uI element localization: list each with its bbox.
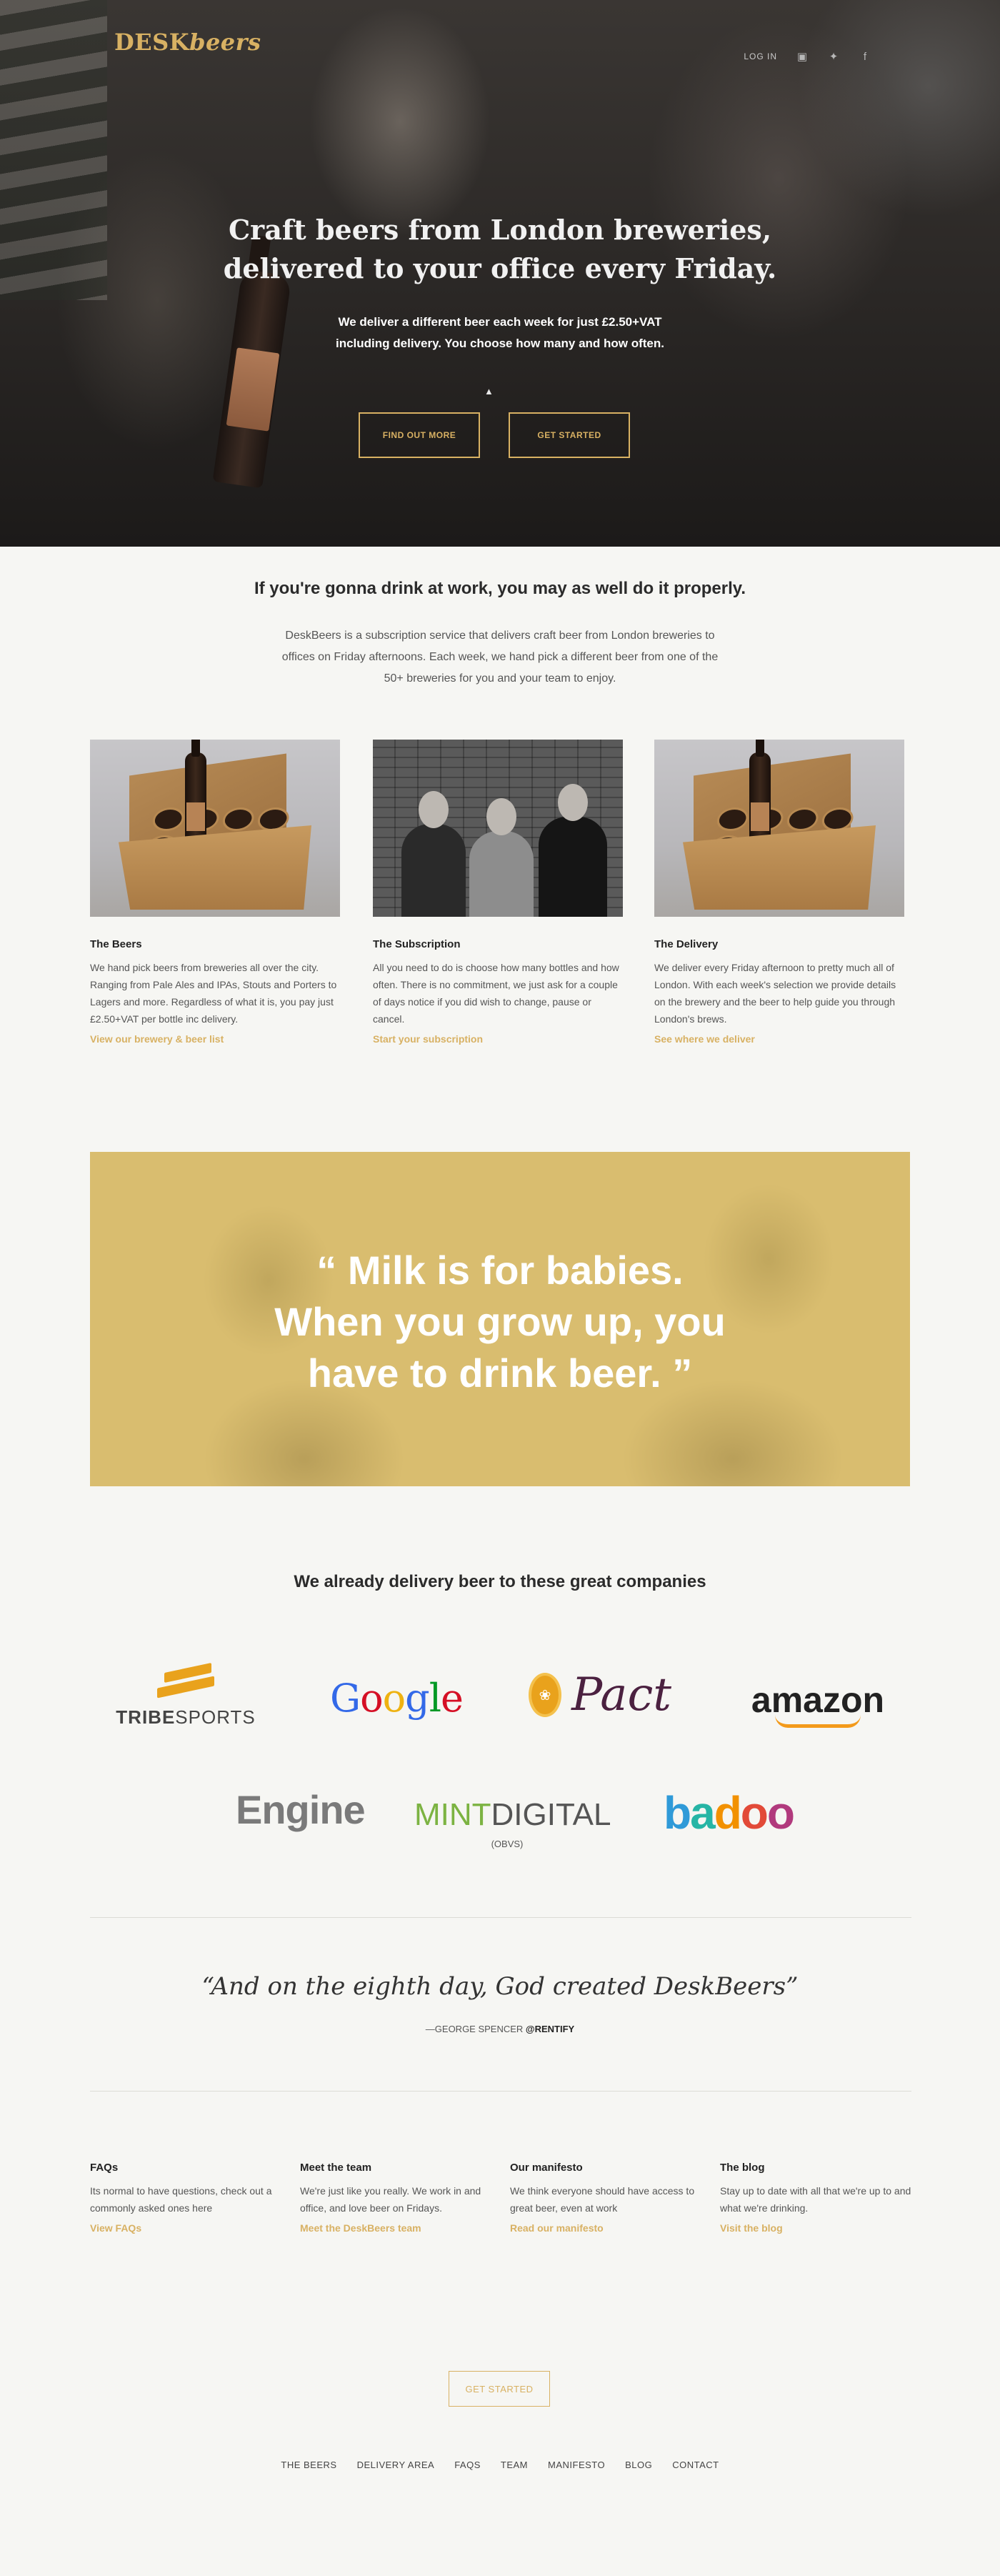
beer-box-image [90, 740, 340, 917]
divider [90, 2091, 911, 2092]
feature-title: The Beers [90, 938, 142, 950]
logo-desk: DESK [114, 29, 190, 56]
feature-text: All you need to do is choose how many bo… [373, 962, 619, 1025]
tribesports-logo: TRIBESPORTS [114, 1662, 257, 1729]
feature-subscription: The Subscription All you need to do is c… [373, 740, 623, 1045]
person [469, 798, 534, 917]
read-manifesto-link[interactable]: Read our manifesto [510, 2222, 703, 2234]
mintdigital-wordmark: MINTDIGITAL [414, 1797, 611, 1832]
tribesports-mark [157, 1662, 214, 1699]
hero-section: DESKbeers LOG IN ▣ ✦ f Craft beers from … [0, 0, 1000, 547]
view-faqs-link[interactable]: View FAQs [90, 2222, 283, 2234]
footer-link-faqs[interactable]: FAQS [454, 2460, 481, 2470]
brewery-list-link[interactable]: View our brewery & beer list [90, 1033, 340, 1045]
feature-beers: The Beers We hand pick beers from brewer… [90, 740, 340, 1045]
column-text: Its normal to have questions, check out … [90, 2185, 272, 2214]
deskbeers-logo[interactable]: DESKbeers [114, 29, 261, 56]
banner-quote-line1: “ Milk is for babies. [316, 1248, 684, 1293]
feature-text: We deliver every Friday afternoon to pre… [654, 962, 896, 1025]
hero-title-line2: delivered to your office every Friday. [223, 252, 777, 284]
pact-seal-icon: ❀ [529, 1673, 562, 1717]
feature-title: The Subscription [373, 938, 461, 950]
tribesports-wordmark: TRIBESPORTS [116, 1706, 256, 1728]
column-text: We're just like you really. We work in a… [300, 2185, 481, 2214]
banner-quote-line3: have to drink beer. ” [307, 1351, 693, 1396]
amazon-wordmark: amazon [751, 1680, 885, 1720]
footer-link-beers[interactable]: THE BEERS [281, 2460, 336, 2470]
team-photo [373, 740, 623, 917]
column-text: We think everyone should have access to … [510, 2185, 695, 2214]
hero-subtitle: We deliver a different beer each week fo… [0, 312, 1000, 354]
pact-wordmark: Pact [571, 1669, 671, 1721]
meet-team-link[interactable]: Meet the DeskBeers team [300, 2222, 493, 2234]
start-subscription-link[interactable]: Start your subscription [373, 1033, 623, 1045]
footer-link-blog[interactable]: BLOG [625, 2460, 652, 2470]
get-started-button[interactable]: GET STARTED [509, 412, 630, 458]
engine-logo: Engine [236, 1787, 366, 1832]
logo-beers: beers [189, 29, 261, 56]
twitter-icon[interactable]: ✦ [827, 50, 840, 63]
badoo-logo: badoo [664, 1787, 795, 1839]
cursor-icon: ▲ [484, 386, 494, 397]
pact-logo: ❀ Pact [529, 1669, 671, 1721]
testimonial-quote: “And on the eighth day, God created Desk… [201, 1972, 799, 2001]
page: DESKbeers LOG IN ▣ ✦ f Craft beers from … [0, 0, 1000, 2576]
banner-quote-line2: When you grow up, you [274, 1299, 726, 1344]
get-started-cta-button[interactable]: GET STARTED [449, 2371, 550, 2407]
hero-title: Craft beers from London breweries, deliv… [0, 211, 1000, 288]
companies-title: We already delivery beer to these great … [294, 1572, 706, 1591]
mintdigital-note: (OBVS) [491, 1839, 524, 1849]
amazon-logo: amazon [750, 1679, 886, 1728]
banner-quote: “ Milk is for babies. When you grow up, … [90, 1245, 910, 1399]
find-out-more-button[interactable]: FIND OUT MORE [359, 412, 480, 458]
team-column: Meet the team We're just like you really… [300, 2162, 493, 2234]
footer-nav: THE BEERS DELIVERY AREA FAQS TEAM MANIFE… [0, 2460, 1000, 2470]
mintdigital-logo: MINTDIGITAL (OBVS) [414, 1797, 611, 1849]
manifesto-column: Our manifesto We think everyone should h… [510, 2162, 703, 2234]
faqs-column: FAQs Its normal to have questions, check… [90, 2162, 283, 2234]
footer-link-manifesto[interactable]: MANIFESTO [548, 2460, 605, 2470]
facebook-icon[interactable]: f [859, 51, 871, 63]
testimonial-author: —GEORGE SPENCER @RENTIFY [425, 2024, 575, 2034]
delivery-area-link[interactable]: See where we deliver [654, 1033, 904, 1045]
quote-banner: “ Milk is for babies. When you grow up, … [90, 1152, 910, 1486]
author-handle-link[interactable]: @RENTIFY [526, 2024, 574, 2034]
feature-delivery: The Delivery We deliver every Friday aft… [654, 740, 904, 1045]
column-title: The blog [720, 2162, 765, 2174]
hero-title-line1: Craft beers from London breweries, [228, 214, 772, 246]
feature-title: The Delivery [654, 938, 719, 950]
footer-link-delivery-area[interactable]: DELIVERY AREA [357, 2460, 435, 2470]
google-logo: Google [330, 1676, 464, 1721]
column-title: Our manifesto [510, 2162, 583, 2174]
top-nav: LOG IN ▣ ✦ f [744, 50, 871, 64]
footer-link-team[interactable]: TEAM [501, 2460, 528, 2470]
column-title: FAQs [90, 2162, 119, 2174]
login-link[interactable]: LOG IN [744, 51, 777, 61]
person [401, 791, 466, 917]
blog-column: The blog Stay up to date with all that w… [720, 2162, 913, 2234]
intro-title: If you're gonna drink at work, you may a… [254, 579, 746, 598]
column-title: Meet the team [300, 2162, 372, 2174]
visit-blog-link[interactable]: Visit the blog [720, 2222, 913, 2234]
column-text: Stay up to date with all that we're up t… [720, 2185, 911, 2214]
intro-text: DeskBeers is a subscription service that… [281, 630, 719, 685]
beer-box-image [654, 740, 904, 917]
divider [90, 1917, 911, 1918]
instagram-icon[interactable]: ▣ [796, 50, 809, 63]
footer-link-contact[interactable]: CONTACT [672, 2460, 719, 2470]
person [539, 784, 607, 917]
feature-text: We hand pick beers from breweries all ov… [90, 962, 337, 1025]
hero-subtitle-line2: including delivery. You choose how many … [336, 337, 664, 350]
hero-subtitle-line1: We deliver a different beer each week fo… [338, 315, 662, 329]
